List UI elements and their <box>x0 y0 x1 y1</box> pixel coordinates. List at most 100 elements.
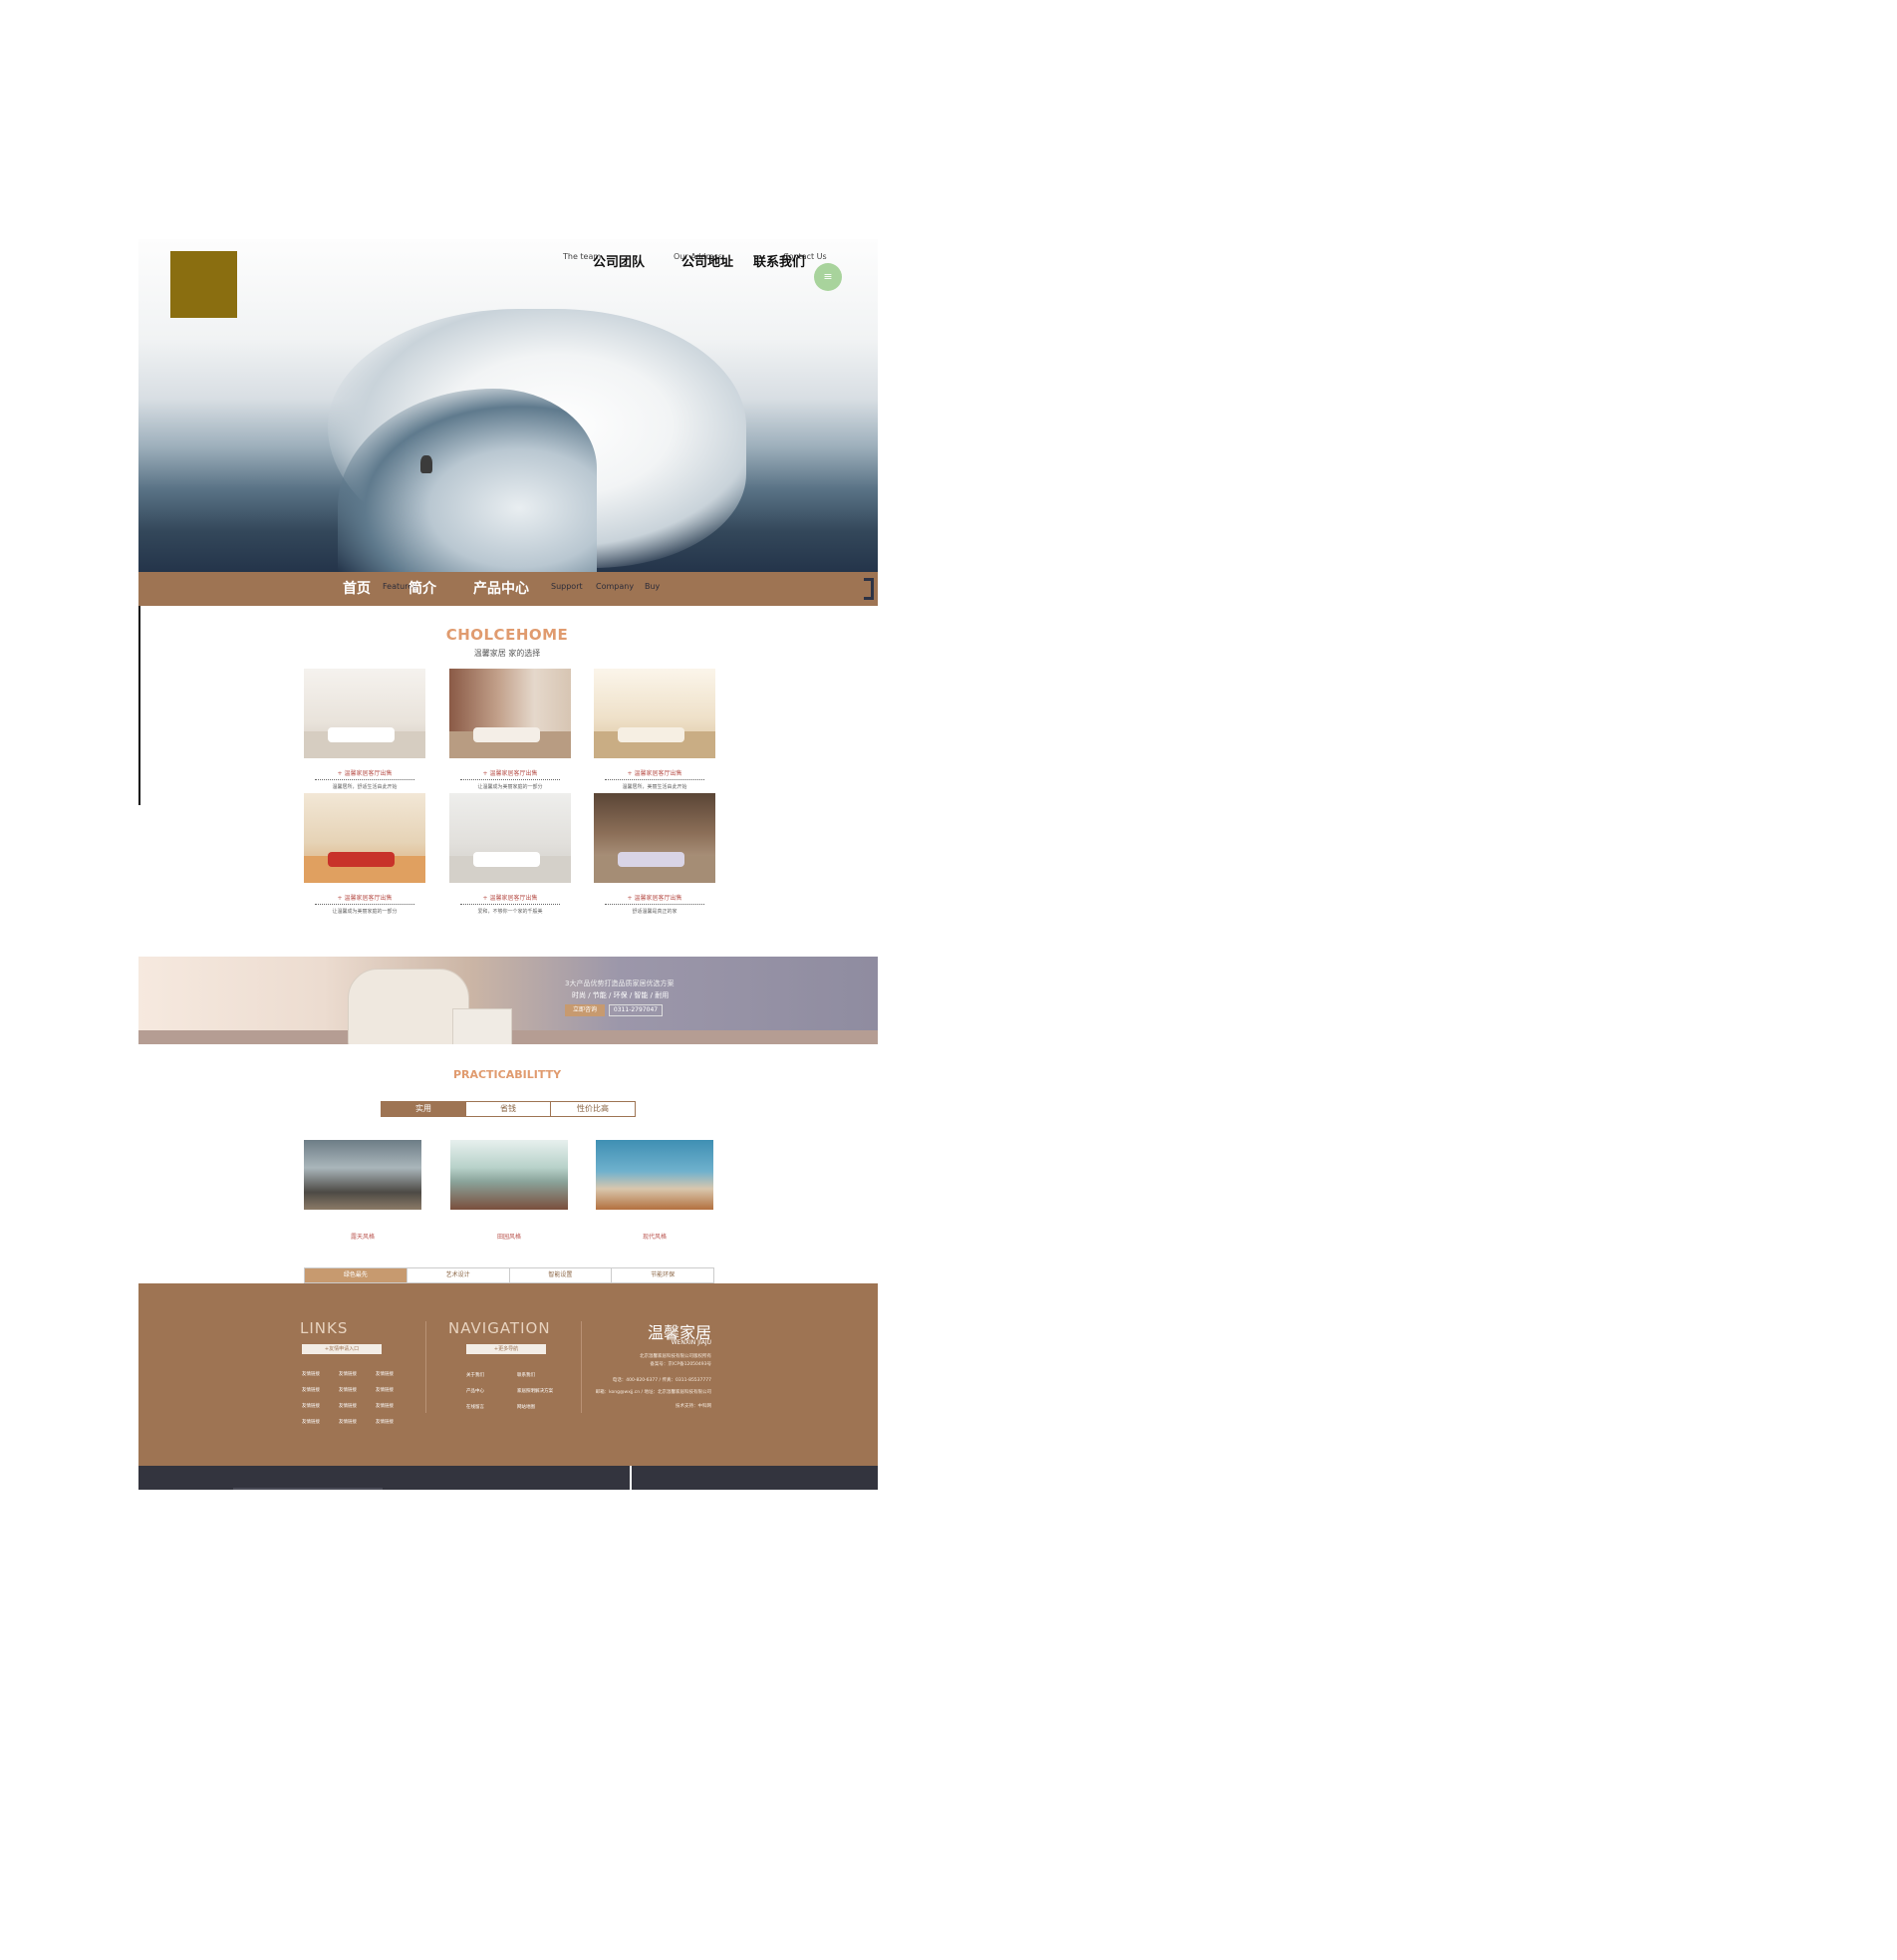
product-image <box>594 669 715 758</box>
footer-info-line: 邮箱：kong@wxjj.cn / 地址：北京温馨家居科技有限公司 <box>595 1390 711 1395</box>
armchair-image <box>348 969 469 1044</box>
product-desc: 舒适温馨是真正的家 <box>632 909 678 915</box>
product-desc: 让温馨成为美丽家庭的一部分 <box>332 909 398 915</box>
surfer <box>420 455 432 473</box>
nav-support[interactable]: Support <box>551 572 583 606</box>
footer-divider <box>581 1321 582 1413</box>
footer-brand-en: WENXIN JIAJU <box>671 1339 711 1346</box>
product-desc: 温馨居所，美丽生活由此开始 <box>622 784 687 790</box>
side-table-image <box>452 1008 512 1044</box>
footer-info-line: 备案号：京ICP备12050493号 <box>650 1362 711 1367</box>
product-desc: 爱和，不够你一个家的千般美 <box>477 909 543 915</box>
product-image <box>304 669 425 758</box>
left-edge-line <box>138 606 140 805</box>
product-image <box>449 669 571 758</box>
menu-button[interactable]: ≡ <box>814 263 842 291</box>
tab-eco[interactable]: 节能环保 <box>611 1268 713 1282</box>
more-nav-button[interactable]: +更多导航 <box>466 1344 546 1354</box>
product-image <box>304 793 425 883</box>
choice-section: CHOLCEHOME 温馨家居 家的选择 + 温馨家居客厅出售 温馨居所，舒适生… <box>138 606 878 957</box>
footer-link[interactable]: 友情链接 <box>376 1387 394 1393</box>
hero-banner <box>138 239 878 572</box>
product-caption: + 温馨家居客厅出售 <box>605 768 704 780</box>
product-caption: + 温馨家居客厅出售 <box>605 893 704 905</box>
product-card[interactable]: + 温馨家居客厅出售 温馨居所，美丽生活由此开始 <box>594 669 715 790</box>
product-caption: + 温馨家居客厅出售 <box>315 893 414 905</box>
practicability-tabs: 实用 省钱 性价比高 <box>381 1101 636 1117</box>
nav-products[interactable]: 产品中心 <box>473 572 529 606</box>
product-card[interactable]: + 温馨家居客厅出售 让温馨成为美丽家庭的一部分 <box>449 669 571 790</box>
tab-art[interactable]: 艺术设计 <box>406 1268 509 1282</box>
footer-link[interactable]: 友情链接 <box>302 1419 320 1425</box>
style-caption: 现代风格 <box>642 1234 667 1241</box>
footer-link[interactable]: 友情链接 <box>339 1371 357 1377</box>
banner-features: 时尚 / 节能 / 环保 / 智能 / 耐用 <box>572 991 670 999</box>
product-caption: + 温馨家居客厅出售 <box>460 768 560 780</box>
style-caption: 田园风格 <box>496 1234 521 1241</box>
banner-phone: 0311-2797047 <box>609 1004 663 1016</box>
tab-green[interactable]: 绿色最先 <box>305 1268 406 1282</box>
footer-nav-link[interactable]: 网站地图 <box>517 1404 535 1410</box>
footer-link[interactable]: 友情链接 <box>376 1403 394 1409</box>
product-card[interactable]: + 温馨家居客厅出售 让温馨成为美丽家庭的一部分 <box>304 793 425 915</box>
bottom-bar <box>138 1466 878 1490</box>
footer-link[interactable]: 友情链接 <box>339 1403 357 1409</box>
links-title: LINKS <box>300 1319 349 1337</box>
nav-edge-bracket <box>864 578 874 600</box>
product-card[interactable]: + 温馨家居客厅出售 爱和，不够你一个家的千般美 <box>449 793 571 915</box>
footer-nav-link[interactable]: 在线留言 <box>466 1404 484 1410</box>
footer-link[interactable]: 友情链接 <box>302 1403 320 1409</box>
nav-buy[interactable]: Buy <box>645 572 660 606</box>
product-image <box>594 793 715 883</box>
top-nav-address-zh: 公司地址 <box>681 255 734 270</box>
footer-nav-link[interactable]: 产品中心 <box>466 1388 484 1394</box>
footer-info-line: 电话：400-820-6377 / 传真：0311-85537777 <box>612 1378 711 1383</box>
choice-title: CHOLCEHOME <box>445 626 569 644</box>
style-image <box>304 1140 421 1210</box>
promo-banner: 3大产品优势打造品质家居优选方案 时尚 / 节能 / 环保 / 智能 / 耐用 … <box>138 957 878 1044</box>
practicability-title: PRACTICABILITTY <box>452 1068 562 1081</box>
footer-link[interactable]: 友情链接 <box>376 1371 394 1377</box>
style-caption: 露天风格 <box>350 1234 375 1241</box>
footer-nav-link[interactable]: 家居照明解决方案 <box>517 1388 553 1394</box>
bottom-bar-underline <box>233 1488 383 1490</box>
footer-link[interactable]: 友情链接 <box>302 1371 320 1377</box>
navigation-title: NAVIGATION <box>448 1319 551 1337</box>
nav-intro-label: 简介 <box>408 581 436 597</box>
style-card[interactable]: 现代风格 <box>596 1140 713 1241</box>
footer-link[interactable]: 友情链接 <box>339 1419 357 1425</box>
tab-value[interactable]: 性价比高 <box>550 1102 635 1116</box>
tab-smart[interactable]: 智能设置 <box>508 1268 612 1282</box>
links-apply-button[interactable]: +友情申请入口 <box>302 1344 382 1354</box>
choice-subtitle: 温馨家居 家的选择 <box>473 649 541 658</box>
product-caption: + 温馨家居客厅出售 <box>315 768 414 780</box>
style-card[interactable]: 露天风格 <box>304 1140 421 1241</box>
site-footer: LINKS +友情申请入口 友情链接 友情链接 友情链接 友情链接 友情链接 友… <box>138 1283 878 1466</box>
product-card[interactable]: + 温馨家居客厅出售 舒适温馨是真正的家 <box>594 793 715 915</box>
product-card[interactable]: + 温馨家居客厅出售 温馨居所，舒适生活由此开始 <box>304 669 425 790</box>
top-nav-team-zh: 公司团队 <box>593 255 646 270</box>
footer-link[interactable]: 友情链接 <box>376 1419 394 1425</box>
product-desc: 让温馨成为美丽家庭的一部分 <box>477 784 543 790</box>
footer-nav-link[interactable]: 联系我们 <box>517 1372 535 1378</box>
site-logo[interactable] <box>170 251 237 318</box>
nav-company[interactable]: Company <box>596 572 634 606</box>
banner-headline: 3大产品优势打造品质家居优选方案 <box>565 980 675 987</box>
nav-home[interactable]: 首页 <box>343 572 371 606</box>
footer-link[interactable]: 友情链接 <box>302 1387 320 1393</box>
style-image <box>450 1140 568 1210</box>
style-image <box>596 1140 713 1210</box>
footer-nav-link[interactable]: 关于我们 <box>466 1372 484 1378</box>
main-nav: 首页 Features 简介 产品中心 Support Company Buy <box>138 572 878 606</box>
bottom-bar-divider <box>630 1466 632 1490</box>
product-image <box>449 793 571 883</box>
footer-info-line: 技术支持：中科网 <box>676 1404 711 1409</box>
style-card[interactable]: 田园风格 <box>450 1140 568 1241</box>
nav-home-label: 首页 <box>343 581 371 597</box>
hamburger-icon: ≡ <box>823 270 833 283</box>
consult-button[interactable]: 立即咨询 <box>565 1004 605 1016</box>
footer-divider <box>425 1321 426 1413</box>
footer-link[interactable]: 友情链接 <box>339 1387 357 1393</box>
tab-save[interactable]: 省钱 <box>465 1102 550 1116</box>
tab-practical[interactable]: 实用 <box>382 1102 465 1116</box>
